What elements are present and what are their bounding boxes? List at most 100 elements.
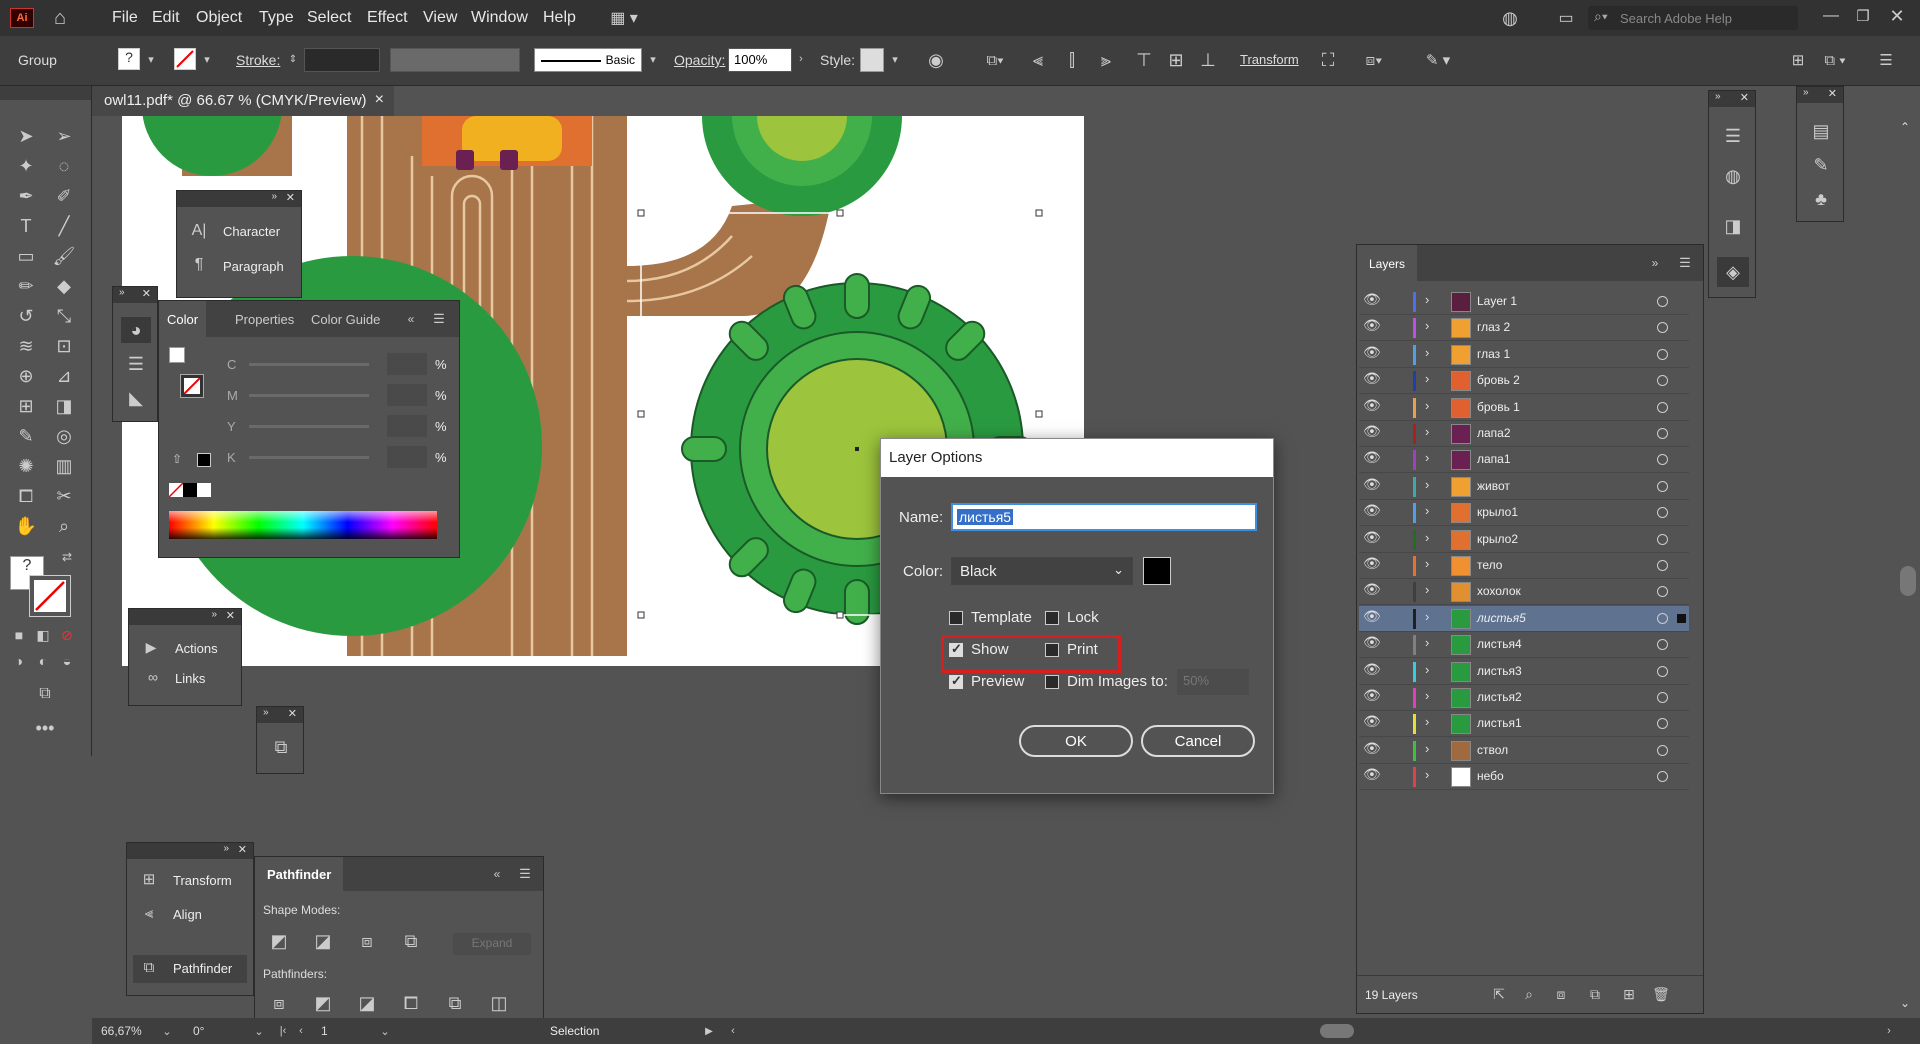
align-middle-icon[interactable]: ⊞ [1164,48,1188,72]
target-circle-icon[interactable] [1657,533,1668,545]
expand-chevron-icon[interactable]: › [1425,662,1429,677]
free-transform-icon[interactable]: ⊡ [50,332,78,360]
prev-artboard-icon[interactable]: ‹ [294,1022,308,1040]
mesh-tool-icon[interactable]: ⊞ [12,392,40,420]
close-icon[interactable]: ✕ [142,287,151,300]
tab-layers[interactable]: Layers [1357,245,1418,281]
draw-mode-icon[interactable]: ◑ [10,652,28,670]
layer-row[interactable]: 👁 › листья1 [1359,711,1689,738]
target-circle-icon[interactable] [1657,665,1668,677]
layer-row[interactable]: 👁 › лапа1 [1359,447,1689,474]
magic-wand-icon[interactable]: ✦ [12,152,40,180]
paintbrush-icon[interactable]: 🖌 [50,242,78,270]
target-circle-icon[interactable] [1657,375,1668,387]
outline-icon[interactable]: ⧉ [443,991,467,1015]
layer-name[interactable]: тело [1477,558,1502,572]
divide-icon[interactable]: ⧈ [267,991,291,1015]
menu-type[interactable]: Type [259,9,294,27]
visibility-eye-icon[interactable]: 👁 [1363,423,1381,440]
arrange-icon[interactable]: ⧈▾ [1354,48,1394,72]
target-circle-icon[interactable] [1657,296,1668,307]
expand-chevron-icon[interactable]: › [1425,398,1429,413]
menu-window[interactable]: Window [471,9,528,27]
expand-chevron-icon[interactable]: › [1425,609,1429,624]
zoom-dropdown-icon[interactable]: ⌄ [160,1022,174,1040]
visibility-eye-icon[interactable]: 👁 [1363,713,1381,730]
locate-object-icon[interactable]: ⌕ [1519,984,1539,1004]
vertical-scrollbar[interactable]: ⌃ ⌄ [1896,116,1920,1016]
layer-row[interactable]: 👁 › небо [1359,764,1689,791]
direct-selection-tool-icon[interactable]: ➢ [50,122,78,150]
rectangle-tool-icon[interactable]: ▭ [12,242,40,270]
restore-icon[interactable]: ❐ [1850,4,1876,28]
layer-name[interactable]: листья1 [1477,716,1522,730]
color-spectrum[interactable] [169,511,437,539]
close-window-icon[interactable]: ✕ [1884,4,1910,28]
actions-item[interactable]: Actions [175,641,218,656]
artboards-icon[interactable]: ⧉ [267,733,295,761]
minimize-icon[interactable]: — [1818,4,1844,28]
layer-name[interactable]: бровь 1 [1477,400,1520,414]
layer-row[interactable]: 👁 › крыло1 [1359,500,1689,527]
arrange-docs-icon[interactable]: ▭ [1552,6,1580,30]
gradient-icon[interactable]: ◣ [121,385,151,411]
document-tab[interactable]: owl11.pdf* @ 66.67 % (CMYK/Preview) × [92,86,394,116]
layer-row[interactable]: 👁 › бровь 1 [1359,395,1689,421]
new-sublayer-icon[interactable]: ⧉ [1583,984,1607,1004]
layer-row[interactable]: 👁 › глаз 1 [1359,342,1689,368]
ok-button[interactable]: OK [1019,725,1133,757]
style-dropdown-icon[interactable]: ▾ [888,50,902,68]
recolor-icon[interactable]: ◉ [924,48,948,72]
collapse-icon[interactable]: » [1803,87,1809,98]
layer-name[interactable]: бровь 2 [1477,373,1520,387]
channel-y-slider[interactable] [249,425,369,428]
collapse-icon[interactable]: » [211,609,217,620]
target-circle-icon[interactable] [1657,507,1668,519]
visibility-eye-icon[interactable]: 👁 [1363,634,1381,651]
stroke-color-box[interactable] [29,575,71,617]
expand-chevron-icon[interactable]: › [1425,345,1429,360]
layer-row[interactable]: 👁 › листья4 [1359,632,1689,659]
libraries-icon[interactable]: ▤ [1805,117,1837,145]
paragraph-item[interactable]: Paragraph [223,259,284,274]
graph-tool-icon[interactable]: ▥ [50,452,78,480]
expand-chevron-icon[interactable]: › [1425,741,1429,756]
dim-images-checkbox[interactable] [1045,675,1059,689]
brush-dropdown-icon[interactable]: ▾ [646,50,660,68]
blend-tool-icon[interactable]: ◎ [50,422,78,450]
shape-builder-icon[interactable]: ⊕ [12,362,40,390]
artboard-tool-icon[interactable]: ⧠ [12,482,40,510]
cloud-user-icon[interactable]: ◍ [1496,6,1524,30]
layer-name[interactable]: листья5 [1477,611,1526,625]
exclude-icon[interactable]: ⧉ [399,929,423,953]
collapse-icon[interactable]: » [271,191,277,202]
color-palette-icon[interactable]: ◕ [121,317,151,343]
perspective-grid-icon[interactable]: ⊿ [50,362,78,390]
eraser-icon[interactable]: ◆ [50,272,78,300]
trim-icon[interactable]: ◩ [311,991,335,1015]
clipping-mask-icon[interactable]: ⧈ [1551,984,1571,1004]
expand-chevron-icon[interactable]: › [1425,450,1429,465]
rotation-field[interactable]: 0° [188,1021,238,1041]
snap-icon[interactable]: ⊞ [1786,48,1810,72]
align-top-icon[interactable]: ⊤ [1132,48,1156,72]
layer-color-swatch[interactable] [1143,557,1171,585]
target-circle-icon[interactable] [1657,612,1668,624]
gradient-mode-icon[interactable]: ◧ [34,626,52,644]
layer-row[interactable]: 👁 › листья5 [1359,605,1689,632]
brushes-icon[interactable]: ✎ [1805,151,1837,179]
unite-icon[interactable]: ◩ [267,929,291,953]
close-icon[interactable]: ✕ [238,843,247,856]
expand-chevron-icon[interactable]: › [1425,582,1429,597]
tab-color-guide[interactable]: Color Guide [303,301,388,337]
collapse-icon[interactable]: « [403,311,419,327]
scroll-down-icon[interactable]: ⌄ [1900,996,1910,1010]
layer-name[interactable]: живот [1477,479,1510,493]
menu-select[interactable]: Select [307,9,351,27]
menu-help[interactable]: Help [543,9,576,27]
panel-menu-icon[interactable]: ☰ [431,311,447,327]
align-bottom-icon[interactable]: ⊥ [1196,48,1220,72]
visibility-eye-icon[interactable]: 👁 [1363,740,1381,757]
target-circle-icon[interactable] [1657,454,1668,466]
new-layer-icon[interactable]: ⊞ [1619,984,1639,1004]
